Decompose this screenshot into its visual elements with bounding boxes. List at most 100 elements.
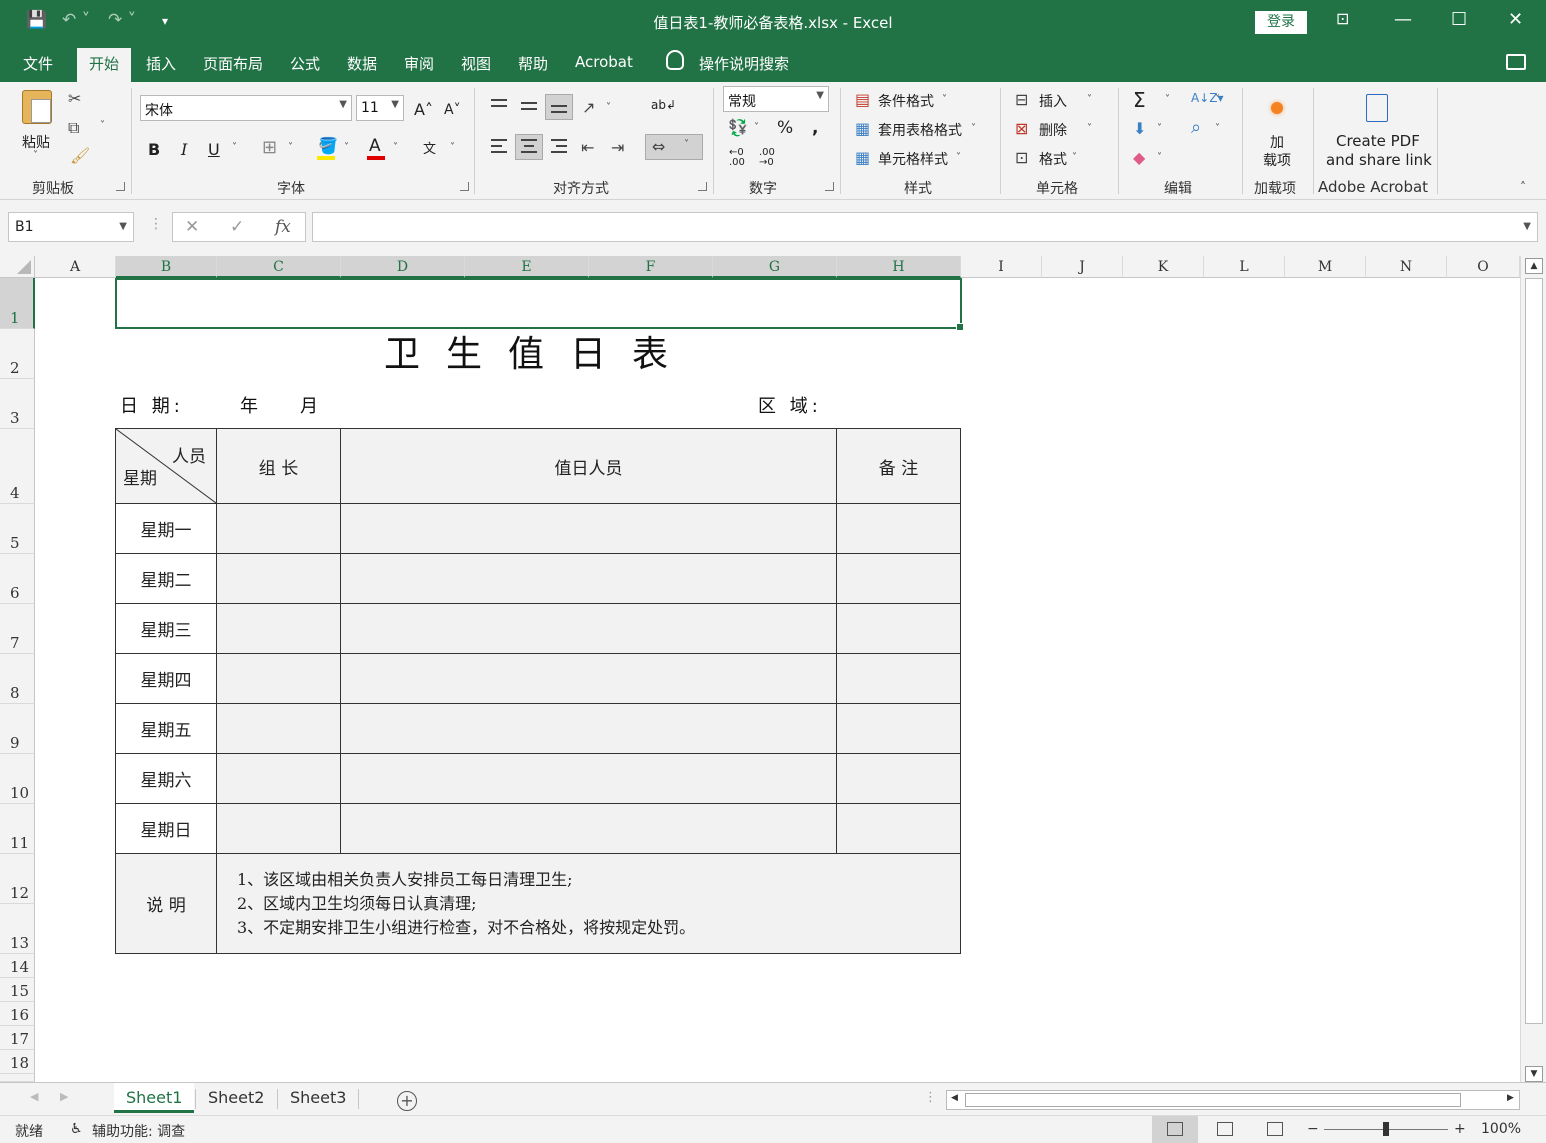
- remark-cell[interactable]: [836, 553, 961, 604]
- column-header-o[interactable]: O: [1447, 256, 1520, 278]
- fill-color-dropdown-icon[interactable]: ˅: [344, 142, 349, 153]
- select-all-button[interactable]: [0, 256, 35, 278]
- column-header-j[interactable]: J: [1042, 256, 1123, 278]
- bold-button[interactable]: B: [148, 140, 160, 159]
- members-cell[interactable]: [340, 803, 837, 854]
- fill-icon[interactable]: ⬇: [1133, 119, 1146, 138]
- column-header-f[interactable]: F: [589, 256, 713, 278]
- align-right-button[interactable]: [545, 134, 573, 160]
- percent-style-icon[interactable]: %: [777, 118, 793, 138]
- comma-style-icon[interactable]: ,: [812, 118, 818, 138]
- chevron-down-icon[interactable]: ˅: [1087, 94, 1092, 105]
- insert-cells-button[interactable]: 插入: [1039, 91, 1067, 111]
- row-header-5[interactable]: 5: [0, 504, 35, 554]
- area-label[interactable]: 区 域:: [758, 392, 822, 418]
- column-header-e[interactable]: E: [465, 256, 589, 278]
- row-header-14[interactable]: 14: [0, 954, 35, 978]
- ribbon-display-icon[interactable]: ⊡: [1336, 9, 1349, 28]
- font-color-dropdown-icon[interactable]: ˅: [393, 142, 398, 153]
- notes-cell[interactable]: 1、该区域由相关负责人安排员工每日清理卫生; 2、区域内卫生均须每日认真清理; …: [216, 853, 961, 954]
- minimize-icon[interactable]: —: [1394, 9, 1412, 30]
- wrap-text-icon[interactable]: ab↲: [651, 98, 676, 112]
- fill-dropdown-icon[interactable]: ˅: [1157, 123, 1162, 134]
- clear-icon[interactable]: ◆: [1133, 148, 1145, 167]
- close-icon[interactable]: ✕: [1508, 9, 1523, 30]
- column-header-k[interactable]: K: [1123, 256, 1204, 278]
- next-sheet-icon[interactable]: ▶: [60, 1090, 68, 1103]
- page-break-view-button[interactable]: [1252, 1116, 1298, 1143]
- create-pdf-line2[interactable]: and share link: [1326, 151, 1432, 169]
- formula-input[interactable]: ▼: [312, 212, 1538, 242]
- tab-page-layout[interactable]: 页面布局: [203, 53, 263, 74]
- find-dropdown-icon[interactable]: ˅: [1215, 123, 1220, 134]
- column-header-a[interactable]: A: [35, 256, 116, 278]
- remark-cell[interactable]: [836, 653, 961, 704]
- leader-cell[interactable]: [216, 753, 341, 804]
- paste-icon[interactable]: [22, 90, 52, 124]
- day-cell[interactable]: 星期六: [115, 753, 217, 804]
- column-header-m[interactable]: M: [1285, 256, 1366, 278]
- date-label[interactable]: 日 期:: [120, 392, 184, 418]
- remark-cell[interactable]: [836, 803, 961, 854]
- add-sheet-icon[interactable]: +: [397, 1091, 417, 1111]
- middle-align-button[interactable]: [515, 94, 543, 120]
- orientation-icon[interactable]: ↗: [582, 98, 595, 117]
- tab-acrobat[interactable]: Acrobat: [575, 53, 633, 71]
- tab-review[interactable]: 审阅: [404, 53, 434, 74]
- column-header-c[interactable]: C: [217, 256, 341, 278]
- zoom-in-icon[interactable]: +: [1454, 1121, 1466, 1137]
- tab-insert[interactable]: 插入: [146, 53, 176, 74]
- comments-icon[interactable]: [1506, 54, 1526, 70]
- sheet-tab-2[interactable]: Sheet2: [196, 1083, 276, 1113]
- header-remark[interactable]: 备 注: [836, 428, 961, 504]
- row-header-12[interactable]: 12: [0, 854, 35, 904]
- zoom-out-icon[interactable]: −: [1307, 1121, 1319, 1137]
- row-header-18[interactable]: 18: [0, 1050, 35, 1074]
- remark-cell[interactable]: [836, 603, 961, 654]
- horizontal-scroll-thumb[interactable]: [965, 1093, 1461, 1107]
- row-header-6[interactable]: 6: [0, 554, 35, 604]
- cell-styles-button[interactable]: 单元格样式: [878, 149, 948, 169]
- day-cell[interactable]: 星期三: [115, 603, 217, 654]
- top-align-button[interactable]: [485, 94, 513, 120]
- copy-dropdown-icon[interactable]: ˅: [100, 120, 105, 131]
- row-header-15[interactable]: 15: [0, 978, 35, 1002]
- alignment-launcher-icon[interactable]: [698, 182, 707, 191]
- day-cell[interactable]: 星期日: [115, 803, 217, 854]
- decrease-indent-icon[interactable]: ⇤: [581, 138, 594, 157]
- row-header-1[interactable]: 1: [0, 278, 35, 329]
- normal-view-button[interactable]: [1152, 1116, 1198, 1143]
- chevron-down-icon[interactable]: ˅: [971, 123, 976, 134]
- create-pdf-line1[interactable]: Create PDF: [1336, 132, 1420, 150]
- vertical-scroll-thumb[interactable]: [1525, 278, 1543, 1024]
- column-header-b[interactable]: B: [116, 256, 217, 278]
- paste-button[interactable]: 粘贴: [22, 132, 50, 152]
- members-cell[interactable]: [340, 653, 837, 704]
- row-header-19[interactable]: [0, 1074, 35, 1082]
- enter-icon[interactable]: ✓: [230, 217, 244, 237]
- format-cells-button[interactable]: 格式: [1039, 149, 1067, 169]
- increase-decimal-icon[interactable]: ←0.00: [729, 148, 745, 168]
- remark-cell[interactable]: [836, 703, 961, 754]
- increase-indent-icon[interactable]: ⇥: [611, 138, 624, 157]
- horizontal-scrollbar[interactable]: ◀ ▶: [946, 1090, 1520, 1110]
- shrink-font-icon[interactable]: A˅: [444, 102, 461, 118]
- align-center-button[interactable]: [515, 134, 543, 160]
- fill-color-icon[interactable]: 🪣: [318, 136, 338, 155]
- row-header-10[interactable]: 10: [0, 754, 35, 804]
- copy-icon[interactable]: ⧉: [68, 118, 79, 138]
- font-launcher-icon[interactable]: [460, 182, 469, 191]
- format-painter-icon[interactable]: 🖌: [70, 146, 90, 165]
- decrease-decimal-icon[interactable]: .00 →0: [759, 148, 775, 168]
- notes-label-cell[interactable]: 说 明: [115, 853, 217, 954]
- zoom-level[interactable]: 100%: [1481, 1121, 1521, 1137]
- font-name-select[interactable]: 宋体 ▼: [140, 95, 352, 121]
- paste-dropdown-icon[interactable]: ˅: [33, 150, 38, 161]
- header-leader[interactable]: 组 长: [216, 428, 341, 504]
- accounting-dropdown-icon[interactable]: ˅: [754, 122, 759, 133]
- maximize-icon[interactable]: ☐: [1451, 9, 1467, 30]
- number-launcher-icon[interactable]: [825, 182, 834, 191]
- sort-dropdown-icon[interactable]: ˅: [1215, 94, 1220, 105]
- page-layout-view-button[interactable]: [1202, 1116, 1248, 1143]
- row-header-3[interactable]: 3: [0, 379, 35, 429]
